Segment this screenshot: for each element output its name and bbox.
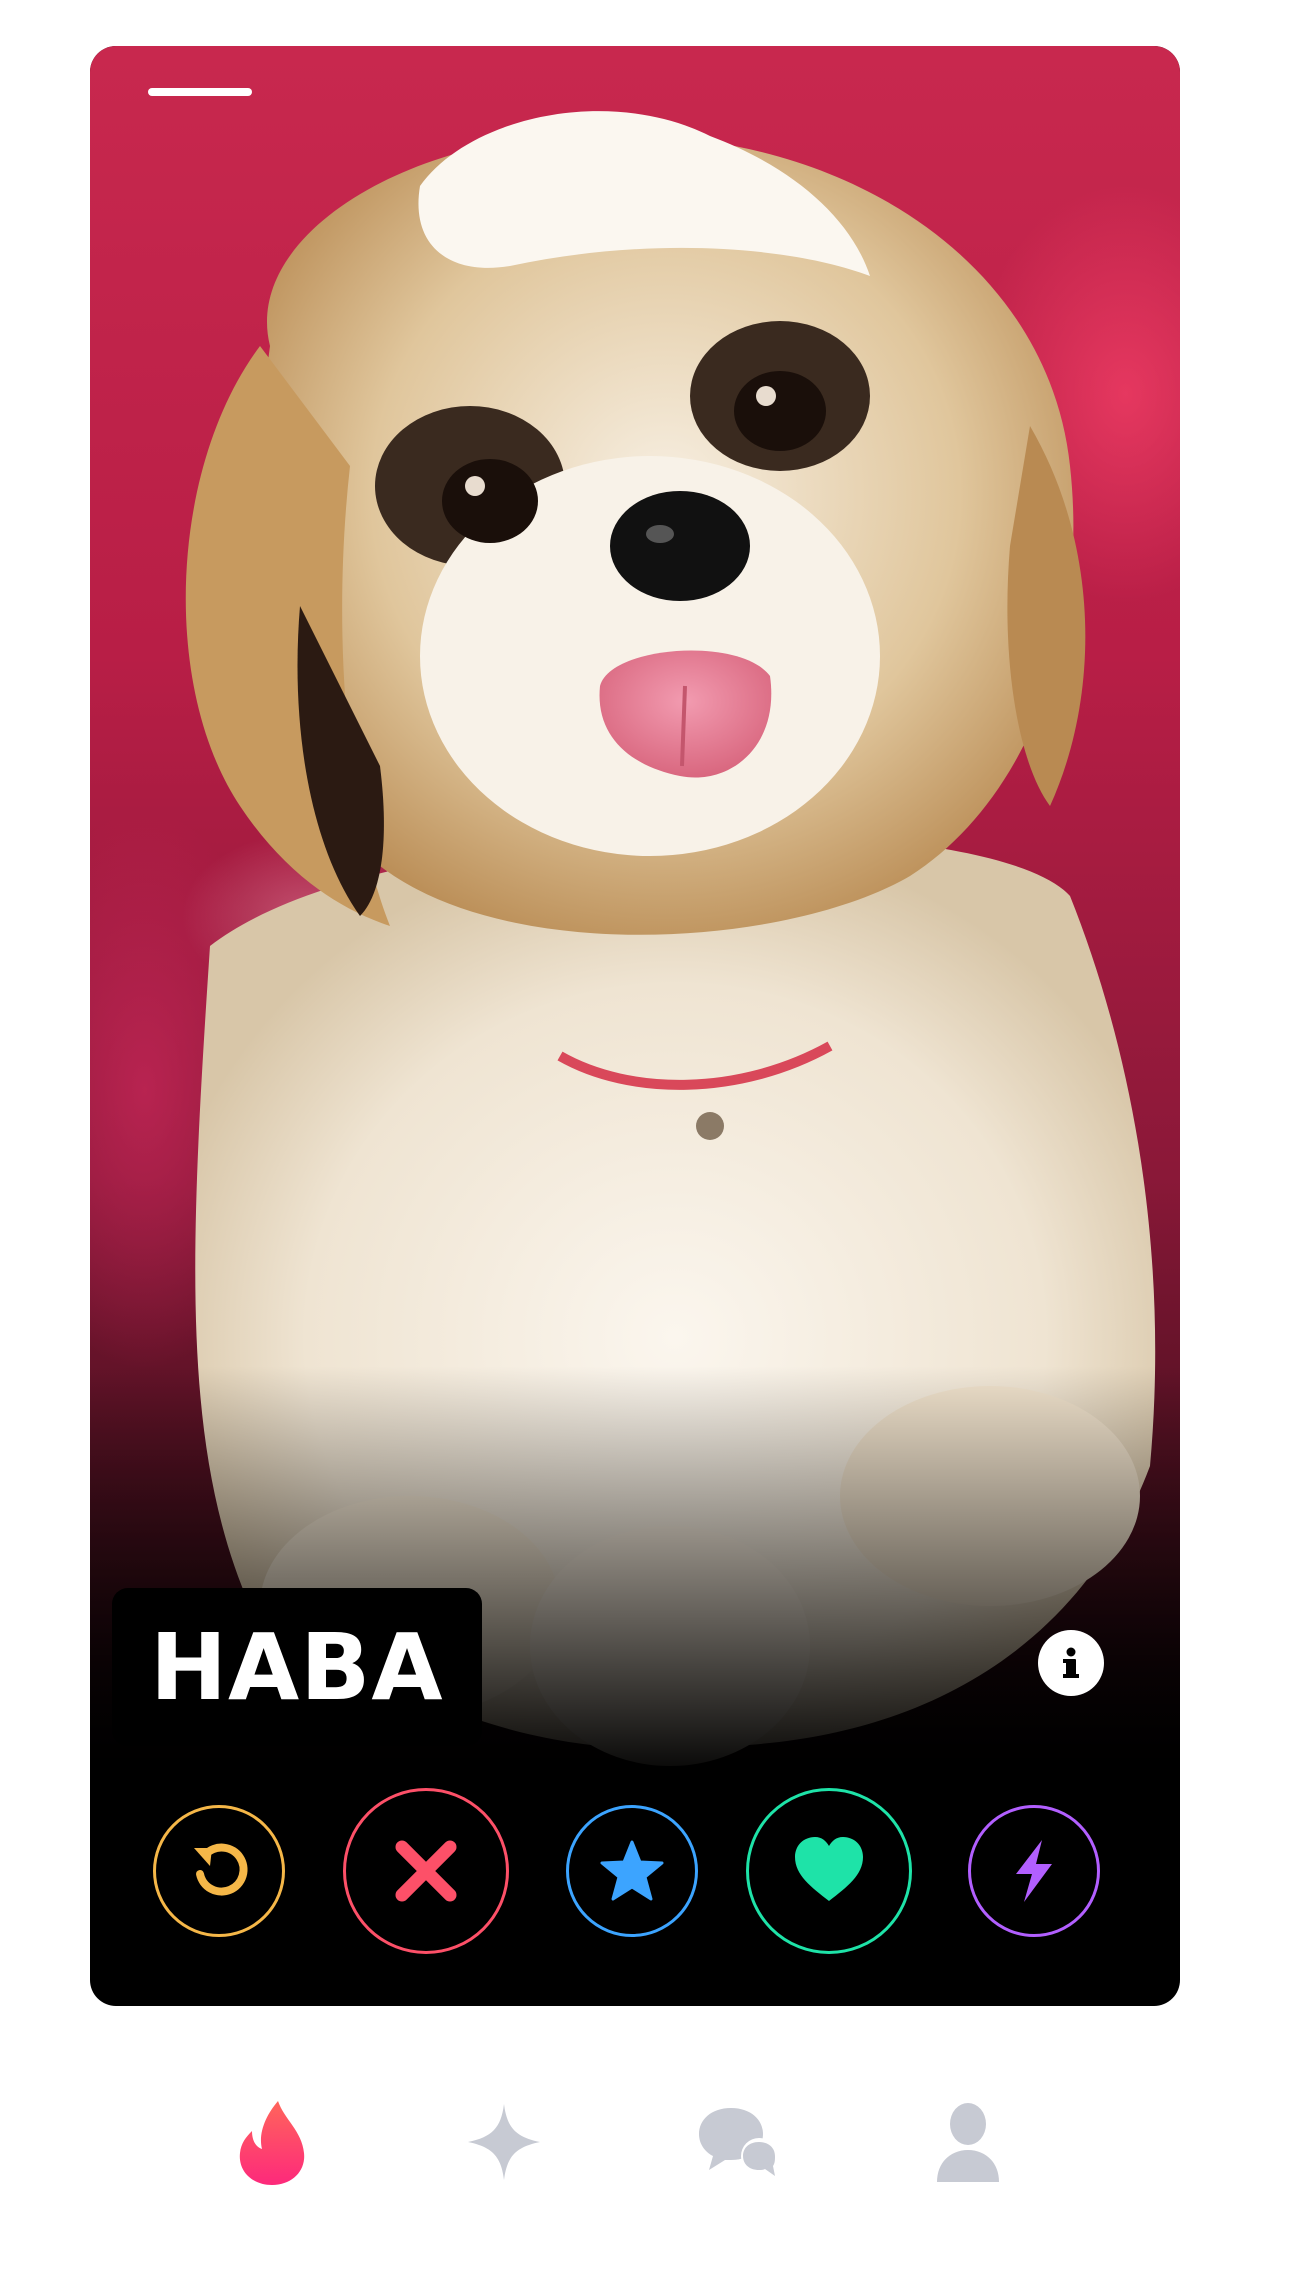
info-button[interactable] [1038,1630,1104,1696]
sparkle-icon [468,2104,540,2180]
tab-discover[interactable] [224,2094,320,2190]
flame-icon [239,2101,305,2185]
like-button[interactable] [746,1788,912,1954]
photo-indicator-bar [148,88,252,96]
lightning-icon [1016,1840,1052,1902]
tab-messages[interactable] [690,2094,786,2190]
bottom-tab-bar [0,2080,1290,2200]
profile-photo[interactable] [90,46,1180,1786]
profile-name: HABA [150,1613,444,1721]
heart-icon [795,1837,863,1901]
person-icon [937,2103,999,2182]
chat-bubbles-icon [699,2108,777,2176]
x-icon [395,1840,457,1902]
super-like-button[interactable] [566,1805,698,1937]
info-icon [1063,1647,1079,1678]
boost-button[interactable] [968,1805,1100,1937]
rewind-icon [194,1843,248,1896]
star-icon [600,1840,664,1901]
profile-card[interactable]: HABA [90,46,1180,2006]
action-bar [90,1788,1180,1954]
rewind-button[interactable] [153,1805,285,1937]
profile-name-box: HABA [112,1588,482,1746]
tab-explore[interactable] [456,2094,552,2190]
nope-button[interactable] [343,1788,509,1954]
tab-profile[interactable] [920,2094,1016,2190]
